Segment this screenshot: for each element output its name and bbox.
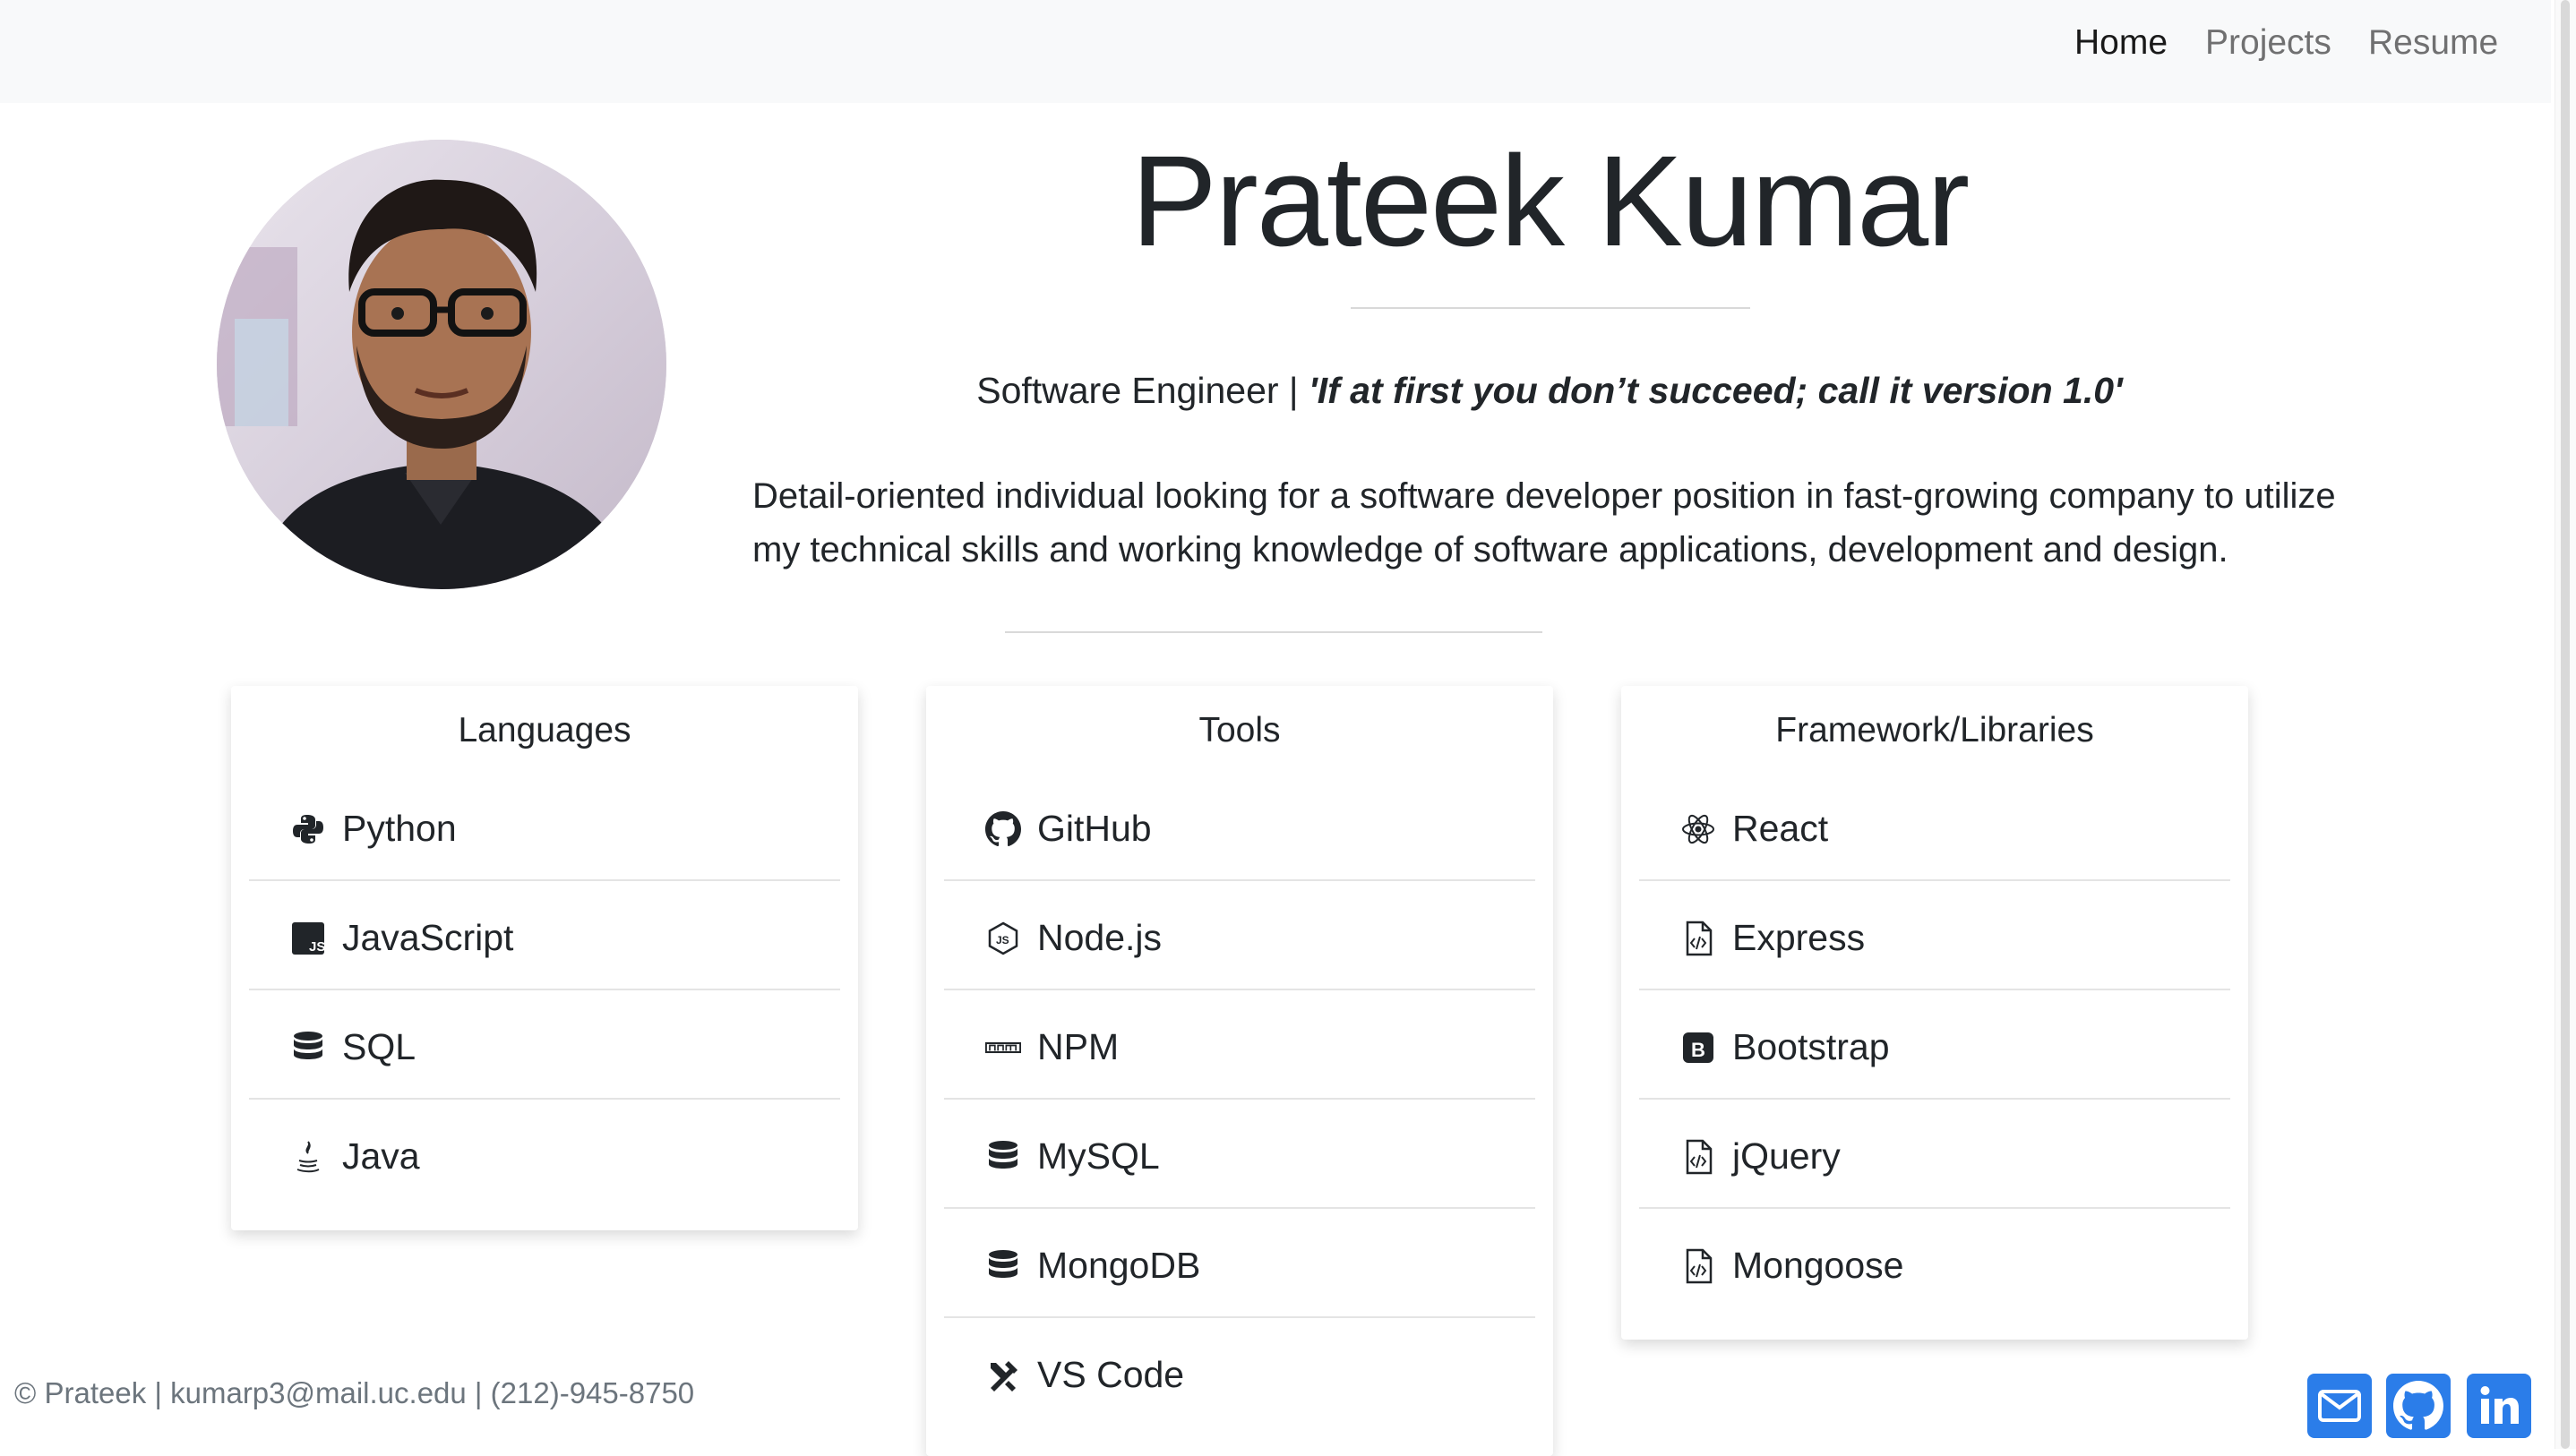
list-item: Python bbox=[249, 772, 840, 881]
list-item-label: Python bbox=[342, 808, 457, 849]
list-item-label: React bbox=[1732, 808, 1829, 849]
list-item-label: Node.js bbox=[1037, 917, 1163, 958]
svg-text:JS: JS bbox=[996, 934, 1009, 946]
file-code-icon bbox=[1680, 1139, 1716, 1175]
languages-list: Python JS JavaScript SQL Java bbox=[249, 772, 840, 1209]
nav-resume-link[interactable]: Resume bbox=[2368, 21, 2498, 64]
list-item: Mongoose bbox=[1639, 1209, 2230, 1318]
file-code-icon bbox=[1680, 921, 1716, 956]
list-item-label: Java bbox=[342, 1135, 420, 1177]
navbar: Home Projects Resume bbox=[0, 0, 2551, 103]
database-icon bbox=[985, 1248, 1021, 1284]
list-item: MongoDB bbox=[944, 1209, 1535, 1318]
list-item: B Bootstrap bbox=[1639, 990, 2230, 1100]
profile-name: Prateek Kumar bbox=[1130, 129, 1970, 273]
tools-icon bbox=[985, 1358, 1021, 1393]
javascript-icon: JS bbox=[290, 921, 326, 956]
list-item: VS Code bbox=[944, 1318, 1535, 1427]
list-item: jQuery bbox=[1639, 1100, 2230, 1209]
list-item: NPM bbox=[944, 990, 1535, 1100]
list-item-label: JavaScript bbox=[342, 917, 514, 958]
linkedin-icon bbox=[2480, 1386, 2519, 1424]
list-item: JS Node.js bbox=[944, 881, 1535, 990]
svg-text:JS: JS bbox=[309, 939, 325, 955]
nav-home-link[interactable]: Home bbox=[2074, 21, 2168, 64]
tools-list: GitHub JS Node.js NPM MySQL MongoDB VS C… bbox=[944, 772, 1535, 1427]
npm-icon bbox=[985, 1030, 1021, 1066]
card-title: Languages bbox=[458, 711, 631, 749]
list-item-label: Mongoose bbox=[1732, 1245, 1904, 1286]
svg-text:B: B bbox=[1691, 1039, 1705, 1061]
java-icon bbox=[290, 1139, 326, 1175]
frameworks-list: React Express B Bootstrap jQuery Mongoos… bbox=[1639, 772, 2230, 1318]
list-item-label: Bootstrap bbox=[1732, 1026, 1890, 1067]
list-item-label: SQL bbox=[342, 1026, 416, 1067]
languages-card: Languages Python JS JavaScript SQL Java bbox=[231, 686, 858, 1230]
list-item-label: VS Code bbox=[1037, 1354, 1185, 1395]
list-item: JS JavaScript bbox=[249, 881, 840, 990]
list-item-label: MySQL bbox=[1037, 1135, 1160, 1177]
python-icon bbox=[290, 811, 326, 847]
file-code-icon bbox=[1680, 1248, 1716, 1284]
email-link[interactable] bbox=[2307, 1374, 2372, 1438]
page: Home Projects Resume Prateek Kumar Softw… bbox=[0, 0, 2576, 1456]
github-link[interactable] bbox=[2386, 1374, 2451, 1438]
list-item: MySQL bbox=[944, 1100, 1535, 1209]
scrollbar[interactable] bbox=[2555, 0, 2576, 1449]
scrollbar-thumb[interactable] bbox=[2561, 0, 2570, 1449]
envelope-icon bbox=[2318, 1390, 2361, 1422]
list-item: SQL bbox=[249, 990, 840, 1100]
profile-quote: 'If at first you don’t succeed; call it … bbox=[1308, 370, 2123, 411]
profile-summary: Detail-oriented individual looking for a… bbox=[752, 476, 2336, 570]
linkedin-link[interactable] bbox=[2467, 1374, 2531, 1438]
list-item: React bbox=[1639, 772, 2230, 881]
card-title: Tools bbox=[1198, 711, 1281, 749]
react-icon bbox=[1680, 811, 1716, 847]
list-item: Java bbox=[249, 1100, 840, 1209]
list-item-label: Express bbox=[1732, 917, 1866, 958]
nav-projects-link[interactable]: Projects bbox=[2205, 21, 2331, 64]
profile-tagline: Software Engineer | 'If at first you don… bbox=[806, 367, 2293, 414]
divider bbox=[1351, 307, 1750, 309]
list-item-label: jQuery bbox=[1732, 1135, 1841, 1177]
list-item: Express bbox=[1639, 881, 2230, 990]
footer-contact: © Prateek | kumarp3@mail.uc.edu | (212)-… bbox=[14, 1376, 695, 1409]
divider bbox=[1005, 631, 1542, 633]
profile-photo bbox=[217, 140, 666, 589]
github-icon bbox=[2393, 1381, 2443, 1430]
github-icon bbox=[985, 811, 1021, 847]
list-item-label: MongoDB bbox=[1037, 1245, 1201, 1286]
database-icon bbox=[290, 1030, 326, 1066]
list-item-label: GitHub bbox=[1037, 808, 1152, 849]
database-icon bbox=[985, 1139, 1021, 1175]
profile-role: Software Engineer | bbox=[976, 370, 1309, 411]
frameworks-card: Framework/Libraries React Express B Boot… bbox=[1621, 686, 2248, 1340]
bootstrap-icon: B bbox=[1680, 1030, 1716, 1066]
nodejs-icon: JS bbox=[985, 921, 1021, 956]
list-item: GitHub bbox=[944, 772, 1535, 881]
tools-card: Tools GitHub JS Node.js NPM MySQL MongoD… bbox=[926, 686, 1553, 1456]
list-item-label: NPM bbox=[1037, 1026, 1120, 1067]
card-title: Framework/Libraries bbox=[1775, 711, 2094, 749]
